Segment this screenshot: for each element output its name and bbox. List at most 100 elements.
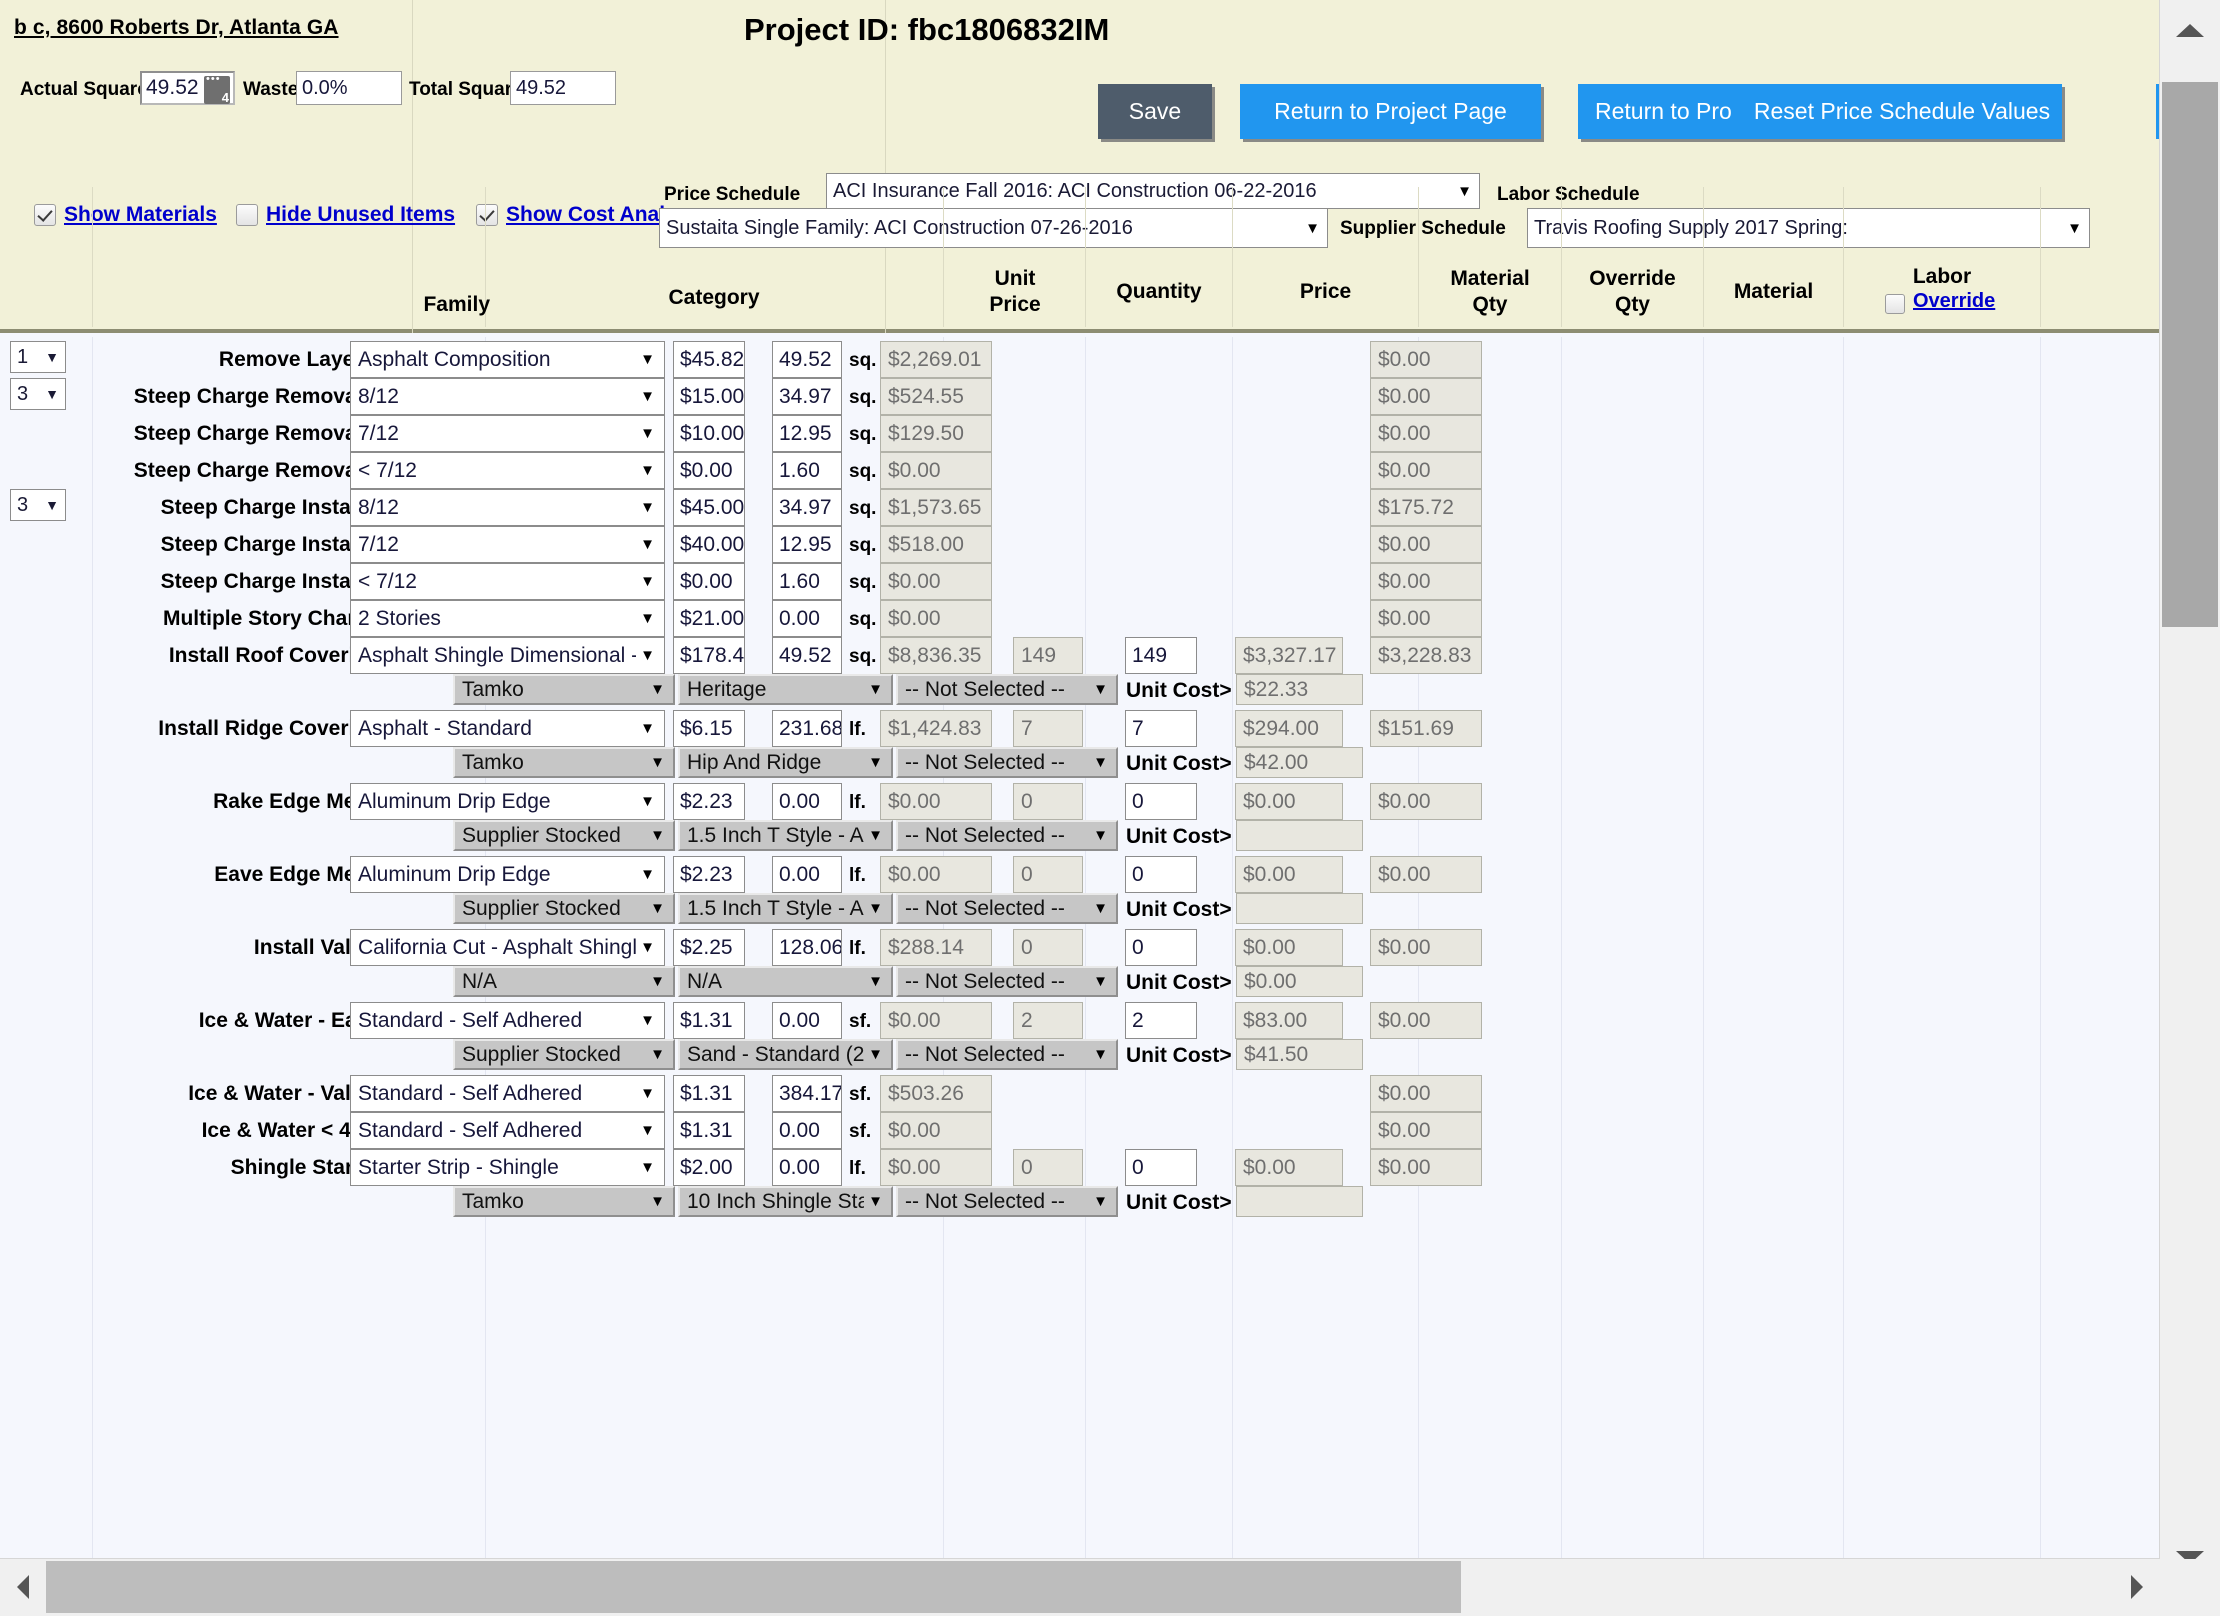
row-category-select[interactable]: 8/12 ▼ bbox=[350, 378, 665, 415]
save-button[interactable]: Save bbox=[1098, 84, 1212, 139]
return-to-pro-button[interactable]: Return to Pro bbox=[1578, 84, 1742, 139]
row-quantity-input[interactable]: 12.95 bbox=[772, 526, 842, 563]
sub-option-select[interactable]: -- Not Selected -- ▼ bbox=[896, 893, 1118, 924]
row-unit-price-input[interactable]: $1.31 bbox=[673, 1002, 745, 1039]
show-cost-analysis-link[interactable]: Show Cost Anal bbox=[506, 203, 665, 227]
show-cost-analysis-checkbox[interactable] bbox=[476, 204, 498, 226]
row-quantity-input[interactable]: 1.60 bbox=[772, 452, 842, 489]
row-override-qty-input[interactable]: 0 bbox=[1125, 783, 1197, 820]
row-unit-price-input[interactable]: $1.31 bbox=[673, 1075, 745, 1112]
sub-brand-select[interactable]: Supplier Stocked ▼ bbox=[453, 893, 675, 924]
row-category-select[interactable]: California Cut - Asphalt Shingle ▼ bbox=[350, 929, 665, 966]
row-unit-price-input[interactable]: $21.00 bbox=[673, 600, 745, 637]
sub-option-select[interactable]: -- Not Selected -- ▼ bbox=[896, 674, 1118, 705]
sub-product-select[interactable]: 1.5 Inch T Style - Alumi▼ bbox=[678, 893, 893, 924]
price-schedule-select[interactable]: ACI Insurance Fall 2016: ACI Constructio… bbox=[826, 173, 1480, 209]
sub-option-select[interactable]: -- Not Selected -- ▼ bbox=[896, 1039, 1118, 1070]
sub-product-select[interactable]: Hip And Ridge ▼ bbox=[678, 747, 893, 778]
row-unit-price-input[interactable]: $2.23 bbox=[673, 783, 745, 820]
sub-product-select[interactable]: 1.5 Inch T Style - Alumi▼ bbox=[678, 820, 893, 851]
row-category-select[interactable]: Asphalt - Standard ▼ bbox=[350, 710, 665, 747]
row-override-qty-input[interactable]: 149 bbox=[1125, 637, 1197, 674]
scroll-left-arrow-icon[interactable] bbox=[0, 1559, 46, 1615]
row-unit-price-input[interactable]: $45.82 bbox=[673, 341, 745, 378]
row-category-select[interactable]: 8/12 ▼ bbox=[350, 489, 665, 526]
row-quantity-input[interactable]: 34.97 bbox=[772, 378, 842, 415]
row-unit-price-input[interactable]: $40.00 bbox=[673, 526, 745, 563]
return-to-project-page-button[interactable]: Return to Project Page bbox=[1240, 84, 1541, 139]
row-override-qty-input[interactable]: 2 bbox=[1125, 1002, 1197, 1039]
row-quantity-input[interactable]: 384.17 bbox=[772, 1075, 842, 1112]
hide-unused-items-checkbox[interactable] bbox=[236, 204, 258, 226]
scroll-up-arrow-icon[interactable] bbox=[2160, 0, 2220, 60]
labor-override-checkbox[interactable] bbox=[1885, 294, 1905, 314]
row-unit-price-input[interactable]: $2.25 bbox=[673, 929, 745, 966]
row-category-select[interactable]: Standard - Self Adhered ▼ bbox=[350, 1002, 665, 1039]
row-quantity-input[interactable]: 12.95 bbox=[772, 415, 842, 452]
row-unit-price-input[interactable]: $45.00 bbox=[673, 489, 745, 526]
waste-input[interactable]: 0.0% bbox=[296, 71, 402, 105]
row-quantity-input[interactable]: 0.00 bbox=[772, 783, 842, 820]
row-category-select[interactable]: Standard - Self Adhered ▼ bbox=[350, 1112, 665, 1149]
row-unit-price-input[interactable]: $0.00 bbox=[673, 452, 745, 489]
sub-brand-select[interactable]: Tamko ▼ bbox=[453, 674, 675, 705]
stepper-icon[interactable] bbox=[204, 73, 230, 105]
sub-brand-select[interactable]: Tamko ▼ bbox=[453, 747, 675, 778]
horizontal-scrollbar[interactable] bbox=[0, 1558, 2160, 1616]
row-category-select[interactable]: 7/12 ▼ bbox=[350, 415, 665, 452]
row-unit-price-input[interactable]: $6.15 bbox=[673, 710, 745, 747]
row-unit-price-input[interactable]: $15.00 bbox=[673, 378, 745, 415]
row-override-qty-input[interactable]: 0 bbox=[1125, 1149, 1197, 1186]
row-category-select[interactable]: 2 Stories ▼ bbox=[350, 600, 665, 637]
sub-product-select[interactable]: Sand - Standard (2 Sq)▼ bbox=[678, 1039, 893, 1070]
labor-override-link[interactable]: Override bbox=[1913, 290, 1995, 313]
row-category-select[interactable]: Aluminum Drip Edge ▼ bbox=[350, 783, 665, 820]
row-unit-price-input[interactable]: $2.00 bbox=[673, 1149, 745, 1186]
row-category-select[interactable]: < 7/12 ▼ bbox=[350, 452, 665, 489]
sub-option-select[interactable]: -- Not Selected -- ▼ bbox=[896, 966, 1118, 997]
sub-brand-select[interactable]: Supplier Stocked ▼ bbox=[453, 1039, 675, 1070]
scroll-right-arrow-icon[interactable] bbox=[2114, 1559, 2160, 1615]
sub-option-select[interactable]: -- Not Selected -- ▼ bbox=[896, 747, 1118, 778]
show-materials-link[interactable]: Show Materials bbox=[64, 203, 217, 227]
row-quantity-input[interactable]: 0.00 bbox=[772, 1002, 842, 1039]
row-category-select[interactable]: Asphalt Shingle Dimensional - Lifeti▼ bbox=[350, 637, 665, 674]
supplier-schedule-select[interactable]: Travis Roofing Supply 2017 Spring: ▼ bbox=[1527, 208, 2090, 248]
vertical-scrollbar[interactable] bbox=[2159, 0, 2220, 1587]
row-qty-select[interactable]: 3 ▼ bbox=[10, 489, 66, 521]
sub-brand-select[interactable]: Supplier Stocked ▼ bbox=[453, 820, 675, 851]
row-category-select[interactable]: Asphalt Composition ▼ bbox=[350, 341, 665, 378]
labor-schedule-select[interactable]: Sustaita Single Family: ACI Construction… bbox=[659, 208, 1328, 248]
sub-brand-select[interactable]: Tamko ▼ bbox=[453, 1186, 675, 1217]
row-quantity-input[interactable]: 0.00 bbox=[772, 1112, 842, 1149]
row-quantity-input[interactable]: 1.60 bbox=[772, 563, 842, 600]
actual-squares-input[interactable]: 49.52 bbox=[140, 71, 235, 105]
row-override-qty-input[interactable]: 0 bbox=[1125, 929, 1197, 966]
row-quantity-input[interactable]: 231.68 bbox=[772, 710, 842, 747]
row-qty-select[interactable]: 3 ▼ bbox=[10, 378, 66, 410]
row-category-select[interactable]: Aluminum Drip Edge ▼ bbox=[350, 856, 665, 893]
sub-option-select[interactable]: -- Not Selected -- ▼ bbox=[896, 1186, 1118, 1217]
row-category-select[interactable]: < 7/12 ▼ bbox=[350, 563, 665, 600]
row-quantity-input[interactable]: 0.00 bbox=[772, 856, 842, 893]
row-quantity-input[interactable]: 49.52 bbox=[772, 341, 842, 378]
row-unit-price-input[interactable]: $1.31 bbox=[673, 1112, 745, 1149]
row-quantity-input[interactable]: 34.97 bbox=[772, 489, 842, 526]
horizontal-scroll-thumb[interactable] bbox=[46, 1561, 1461, 1613]
row-quantity-input[interactable]: 128.06 bbox=[772, 929, 842, 966]
row-quantity-input[interactable]: 0.00 bbox=[772, 600, 842, 637]
row-unit-price-input[interactable]: $178.44 bbox=[673, 637, 745, 674]
reset-price-schedule-values-button[interactable]: Reset Price Schedule Values bbox=[1742, 84, 2062, 139]
row-unit-price-input[interactable]: $2.23 bbox=[673, 856, 745, 893]
sub-option-select[interactable]: -- Not Selected -- ▼ bbox=[896, 820, 1118, 851]
sub-product-select[interactable]: 10 Inch Shingle Starter▼ bbox=[678, 1186, 893, 1217]
row-category-select[interactable]: Standard - Self Adhered ▼ bbox=[350, 1075, 665, 1112]
vertical-scroll-thumb[interactable] bbox=[2162, 82, 2218, 627]
sub-product-select[interactable]: Heritage ▼ bbox=[678, 674, 893, 705]
row-category-select[interactable]: 7/12 ▼ bbox=[350, 526, 665, 563]
row-qty-select[interactable]: 1 ▼ bbox=[10, 341, 66, 373]
hide-unused-items-link[interactable]: Hide Unused Items bbox=[266, 203, 455, 227]
row-unit-price-input[interactable]: $10.00 bbox=[673, 415, 745, 452]
show-materials-checkbox[interactable] bbox=[34, 204, 56, 226]
row-override-qty-input[interactable]: 7 bbox=[1125, 710, 1197, 747]
